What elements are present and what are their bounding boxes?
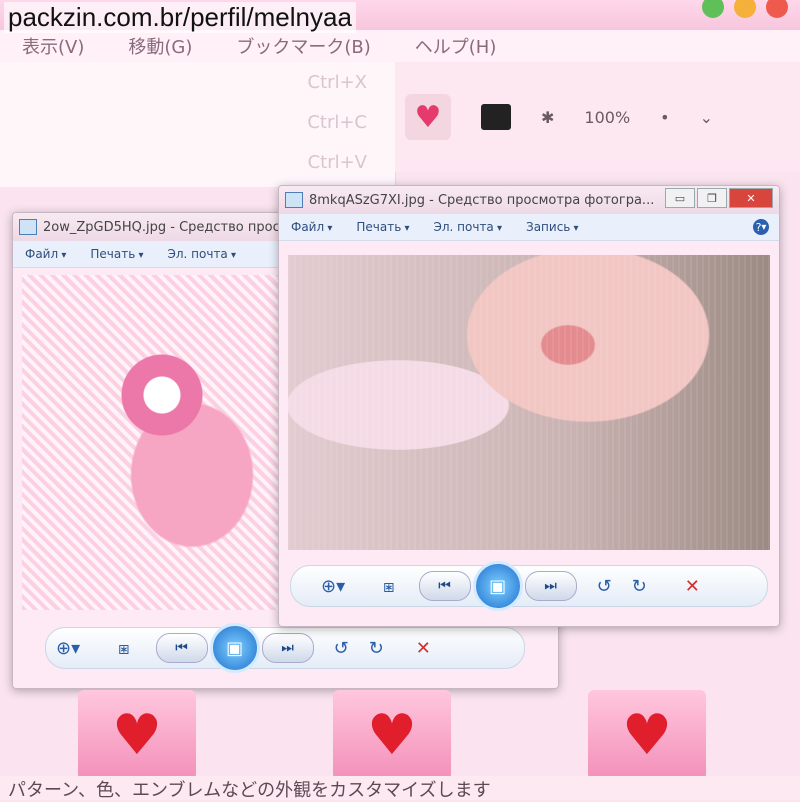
shortcut-label: Ctrl+X bbox=[307, 71, 367, 93]
rotate-left-icon[interactable]: ↺ bbox=[324, 638, 359, 659]
menu-print[interactable]: Печать bbox=[344, 220, 421, 234]
chevron-down-icon[interactable]: ⌄ bbox=[700, 108, 713, 127]
status-description: パターン、色、エンブレムなどの外観をカスタマイズします bbox=[0, 776, 800, 801]
window-controls bbox=[702, 0, 788, 18]
previous-button[interactable]: ⏮ bbox=[418, 571, 471, 601]
maximize-dot[interactable] bbox=[702, 0, 724, 18]
minimize-dot[interactable] bbox=[734, 0, 756, 18]
menu-item-copy[interactable]: Ctrl+C bbox=[0, 102, 395, 142]
shortcut-label: Ctrl+V bbox=[307, 151, 367, 173]
rotate-left-icon[interactable]: ↺ bbox=[587, 576, 622, 597]
previous-button[interactable]: ⏮ bbox=[155, 633, 208, 663]
zoom-level: 100% bbox=[584, 107, 631, 127]
watermark-text: packzin.com.br/perfil/melnyaa bbox=[4, 2, 356, 33]
girl-photo-image bbox=[288, 255, 770, 550]
zoom-icon[interactable]: ⊕▾ bbox=[46, 638, 90, 659]
zoom-icon[interactable]: ⊕▾ bbox=[311, 576, 355, 597]
delete-icon[interactable]: ✕ bbox=[406, 638, 441, 659]
slideshow-button[interactable]: ▣ bbox=[472, 561, 523, 611]
heart-folder-icon[interactable]: ♥ bbox=[333, 690, 451, 780]
next-button[interactable]: ⏭ bbox=[261, 633, 314, 663]
heart-folder-icon[interactable]: ♥ bbox=[588, 690, 706, 780]
settings-icon[interactable]: ✱ bbox=[541, 108, 554, 127]
menu-go[interactable]: 移動(G) bbox=[106, 33, 214, 59]
menu-bookmarks[interactable]: ブックマーク(B) bbox=[214, 33, 392, 59]
help-icon[interactable]: ? bbox=[753, 219, 769, 235]
shortcut-label: Ctrl+C bbox=[307, 111, 367, 133]
menu-file[interactable]: Файл bbox=[279, 220, 344, 234]
fit-window-icon[interactable]: ⧆ bbox=[373, 576, 404, 597]
monitor-icon[interactable] bbox=[481, 104, 511, 130]
edit-dropdown-menu: Ctrl+X Ctrl+C Ctrl+V bbox=[0, 62, 396, 187]
close-dot[interactable] bbox=[766, 0, 788, 18]
rotate-right-icon[interactable]: ↻ bbox=[622, 576, 657, 597]
toolbar: ♥ ✱ 100% • ⌄ bbox=[395, 62, 800, 172]
window-title: 8mkqASzG7XI.jpg - Средство просмотра фот… bbox=[309, 192, 655, 208]
menu-file[interactable]: Файл bbox=[13, 247, 78, 261]
slideshow-button[interactable]: ▣ bbox=[209, 623, 260, 673]
maximize-button[interactable]: ❐ bbox=[697, 188, 727, 208]
menubar: 表示(V) 移動(G) ブックマーク(B) ヘルプ(H) bbox=[0, 30, 800, 63]
menu-email[interactable]: Эл. почта bbox=[155, 247, 248, 261]
menu-view[interactable]: 表示(V) bbox=[0, 33, 106, 59]
menu-burn[interactable]: Запись bbox=[514, 220, 591, 234]
menu-print[interactable]: Печать bbox=[78, 247, 155, 261]
fit-window-icon[interactable]: ⧆ bbox=[108, 638, 139, 659]
minimize-button[interactable]: ▭ bbox=[665, 188, 695, 208]
photo-viewer-icon bbox=[285, 192, 303, 208]
menu-help[interactable]: ヘルプ(H) bbox=[393, 33, 519, 59]
photo-viewer-icon bbox=[19, 219, 37, 235]
rotate-right-icon[interactable]: ↻ bbox=[359, 638, 394, 659]
close-button[interactable]: ✕ bbox=[729, 188, 773, 208]
heart-folder-icon[interactable]: ♥ bbox=[78, 690, 196, 780]
next-button[interactable]: ⏭ bbox=[524, 571, 577, 601]
menu-item-paste[interactable]: Ctrl+V bbox=[0, 142, 395, 182]
window-title: 2ow_ZpGD5HQ.jpg - Средство прос bbox=[43, 219, 280, 235]
viewer-controls-2: ⊕▾ ⧆ ⏮ ▣ ⏭ ↺ ↻ ✕ bbox=[290, 561, 768, 611]
window-menubar: Файл Печать Эл. почта Запись ? bbox=[279, 214, 779, 241]
window-titlebar: 8mkqASzG7XI.jpg - Средство просмотра фот… bbox=[279, 186, 779, 214]
dot-icon: • bbox=[660, 107, 670, 127]
heart-folder-icon[interactable]: ♥ bbox=[405, 94, 451, 140]
menu-item-cut[interactable]: Ctrl+X bbox=[0, 62, 395, 102]
delete-icon[interactable]: ✕ bbox=[675, 576, 710, 597]
menu-email[interactable]: Эл. почта bbox=[421, 220, 514, 234]
window-controls: ▭ ❐ ✕ bbox=[665, 188, 773, 208]
anime-eye-image bbox=[22, 275, 278, 610]
viewer-controls-1: ⊕▾ ⧆ ⏮ ▣ ⏭ ↺ ↻ ✕ bbox=[45, 623, 525, 673]
